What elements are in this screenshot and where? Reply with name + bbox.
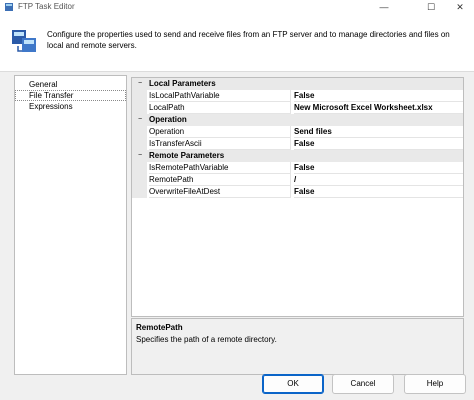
collapse-icon[interactable]: − (136, 114, 144, 126)
nav-item-general[interactable]: General (15, 79, 126, 90)
row-margin (132, 126, 147, 138)
property-description-title: RemotePath (136, 323, 183, 332)
category-operation[interactable]: − Operation (132, 114, 463, 126)
property-value[interactable]: False (294, 162, 463, 174)
property-value[interactable]: New Microsoft Excel Worksheet.xlsx (294, 102, 463, 114)
window-title: FTP Task Editor (18, 2, 75, 11)
collapse-icon[interactable]: − (136, 78, 144, 90)
category-title: Local Parameters (149, 79, 216, 88)
category-remote-parameters[interactable]: − Remote Parameters (132, 150, 463, 162)
nav-item-file-transfer[interactable]: File Transfer (15, 90, 126, 101)
property-name: RemotePath (149, 174, 291, 186)
collapse-icon[interactable]: − (136, 150, 144, 162)
property-description-text: Specifies the path of a remote directory… (136, 335, 277, 344)
property-name: IsTransferAscii (149, 138, 291, 150)
category-title: Operation (149, 115, 187, 124)
property-value[interactable]: / (294, 174, 463, 186)
property-row-isremotepathvariable[interactable]: IsRemotePathVariable False (132, 162, 463, 174)
ftp-task-large-icon (12, 30, 36, 52)
row-margin (132, 186, 147, 198)
ftp-task-icon (5, 3, 13, 11)
help-button[interactable]: Help (404, 374, 466, 394)
property-name: LocalPath (149, 102, 291, 114)
property-value[interactable]: False (294, 90, 463, 102)
row-margin (132, 90, 147, 102)
property-value[interactable]: False (294, 138, 463, 150)
property-grid: − Local Parameters IsLocalPathVariable F… (131, 77, 464, 317)
category-title: Remote Parameters (149, 151, 225, 160)
property-row-operation[interactable]: Operation Send files (132, 126, 463, 138)
property-row-localpath[interactable]: LocalPath New Microsoft Excel Worksheet.… (132, 102, 463, 114)
header-panel: Configure the properties used to send an… (0, 14, 474, 72)
property-description-panel: RemotePath Specifies the path of a remot… (131, 318, 464, 375)
restore-icon[interactable]: ☐ (419, 0, 443, 14)
nav-item-expressions[interactable]: Expressions (15, 101, 126, 112)
row-margin (132, 102, 147, 114)
property-row-overwritefileatdest[interactable]: OverwriteFileAtDest False (132, 186, 463, 198)
property-name: IsRemotePathVariable (149, 162, 291, 174)
property-name: Operation (149, 126, 291, 138)
property-value[interactable]: False (294, 186, 463, 198)
header-description: Configure the properties used to send an… (47, 30, 450, 50)
property-row-remotepath[interactable]: RemotePath / (132, 174, 463, 186)
title-bar: FTP Task Editor — ☐ ✕ (0, 0, 474, 14)
minimize-icon[interactable]: — (372, 0, 396, 14)
property-row-istransferascii[interactable]: IsTransferAscii False (132, 138, 463, 150)
close-icon[interactable]: ✕ (448, 0, 472, 14)
property-name: OverwriteFileAtDest (149, 186, 291, 198)
property-row-islocalpathvariable[interactable]: IsLocalPathVariable False (132, 90, 463, 102)
cancel-button[interactable]: Cancel (332, 374, 394, 394)
row-margin (132, 162, 147, 174)
category-local-parameters[interactable]: − Local Parameters (132, 78, 463, 90)
ok-button[interactable]: OK (262, 374, 324, 394)
row-margin (132, 174, 147, 186)
property-name: IsLocalPathVariable (149, 90, 291, 102)
row-margin (132, 138, 147, 150)
page-navigation-list: General File Transfer Expressions (14, 75, 127, 375)
property-value[interactable]: Send files (294, 126, 463, 138)
